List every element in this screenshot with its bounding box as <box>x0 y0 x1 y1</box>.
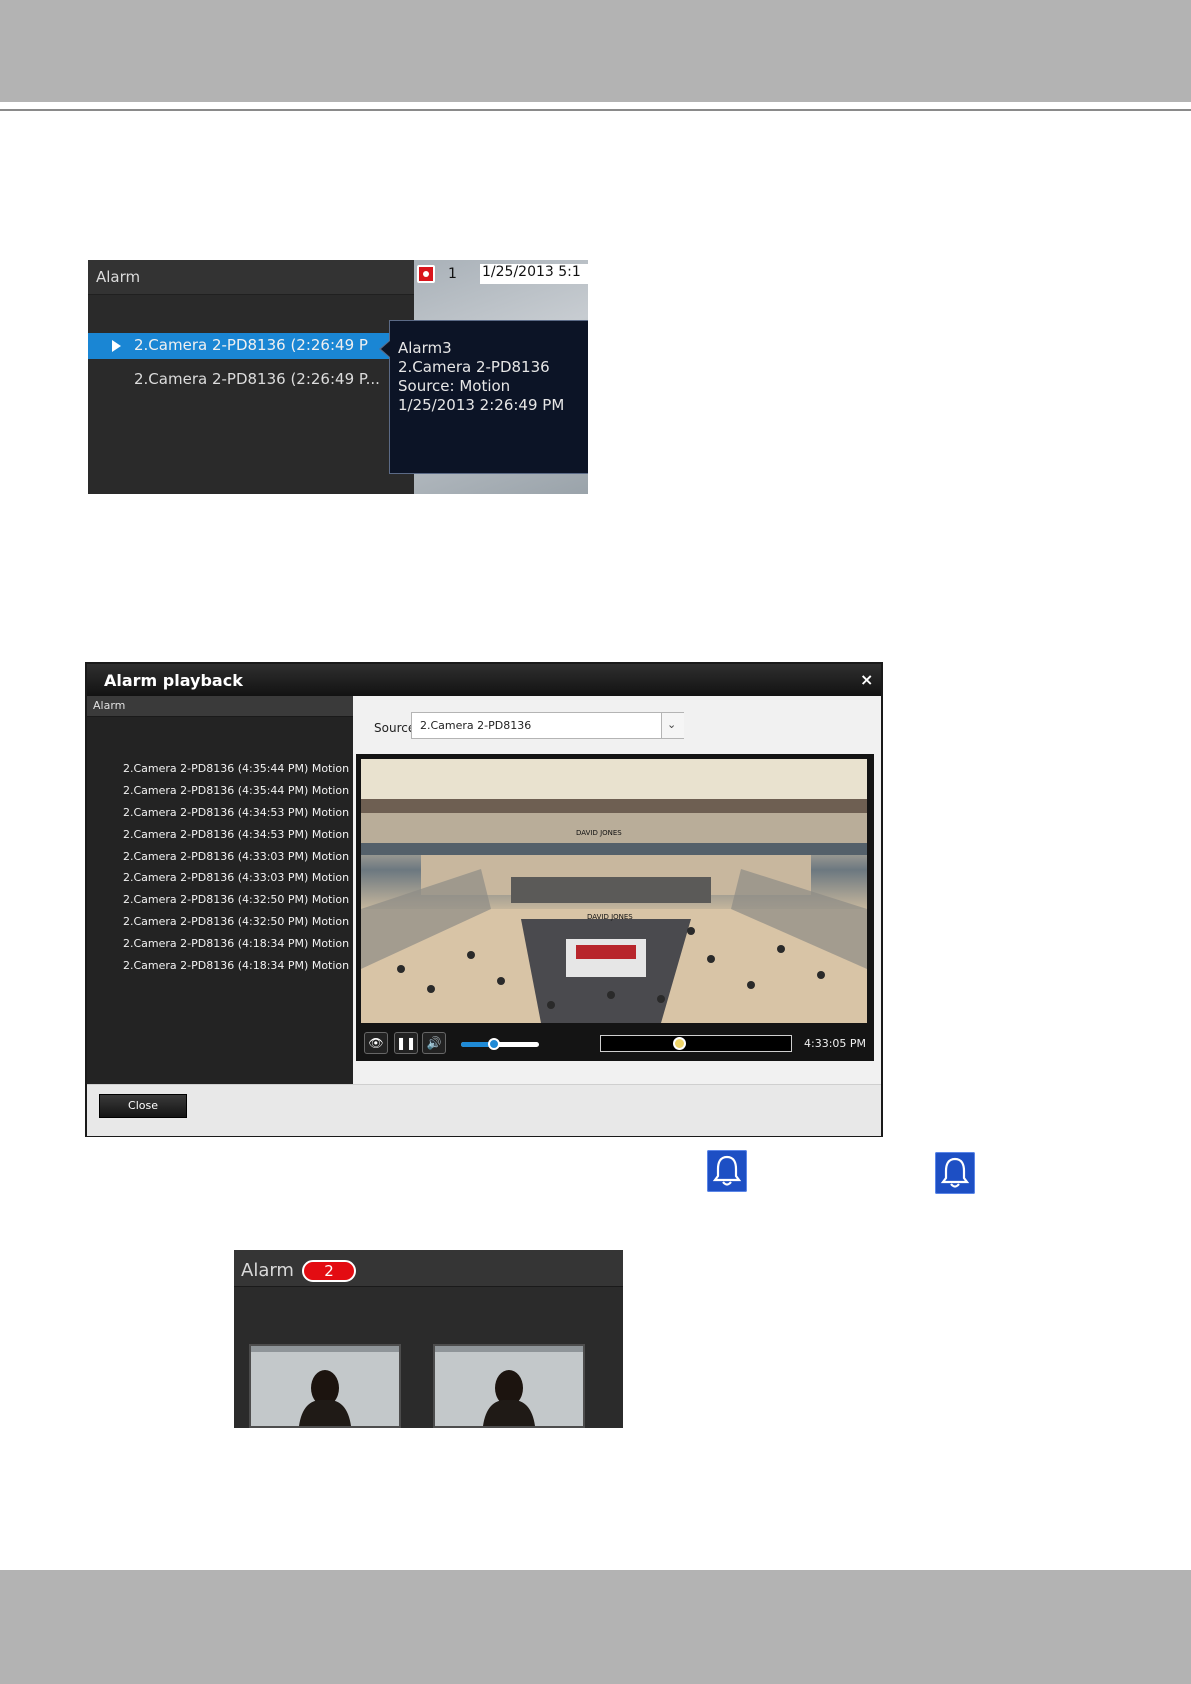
alarm-list-item[interactable]: 2.Camera 2-PD8136 (4:32:50 PM) Motion <box>123 913 349 935</box>
mall-scene: DAVID JONES DAVID JONES <box>361 759 867 1023</box>
alarm-count-screenshot: Alarm 2 <box>234 1250 623 1428</box>
alarm-list-item[interactable]: 2.Camera 2-PD8136 (4:32:50 PM) Motion <box>123 891 349 913</box>
alarm-list-item[interactable]: 2.Camera 2-PD8136 (4:33:03 PM) Motion <box>123 848 349 870</box>
bell-icon-glyph <box>940 1157 970 1188</box>
channel-number: 1 <box>448 266 457 282</box>
play-icon[interactable] <box>112 340 121 352</box>
record-icon[interactable] <box>417 265 435 283</box>
timeline-knob[interactable] <box>672 1037 686 1050</box>
alarm-list-item[interactable]: 2.Camera 2-PD8136 (4:33:03 PM) Motion <box>123 869 349 891</box>
store-sign: DAVID JONES <box>576 829 622 837</box>
volume-knob[interactable] <box>487 1038 500 1050</box>
tooltip-camera: 2.Camera 2-PD8136 <box>398 358 550 376</box>
alarm-list-item[interactable]: 2.Camera 2-PD8136 (4:35:44 PM) Motion <box>123 760 349 782</box>
bell-icon <box>707 1150 747 1192</box>
bell-icon-glyph <box>712 1155 742 1186</box>
alarm-panel-title: Alarm <box>96 268 141 286</box>
alarm-list-item[interactable]: 2.Camera 2-PD8136 (4:18:34 PM) Motion <box>123 957 349 979</box>
page-header-band <box>0 0 1191 102</box>
alarm-list-item[interactable]: 2.Camera 2-PD8136 (4:34:53 PM) Motion <box>123 826 349 848</box>
window-footer <box>87 1084 881 1136</box>
alarm-playback-window: Alarm playback × Alarm 2.Camera 2-PD8136… <box>85 662 883 1137</box>
video-player: DAVID JONES DAVID JONES 👁 ❚❚ 🔊 4:33:05 P… <box>356 754 874 1061</box>
volume-slider[interactable] <box>461 1038 539 1050</box>
chevron-down-icon: ⌄ <box>667 718 677 731</box>
close-button[interactable]: Close <box>99 1094 187 1118</box>
alarm-row-label[interactable]: 2.Camera 2-PD8136 (2:26:49 P... <box>134 370 380 388</box>
playback-timeline[interactable] <box>600 1035 792 1052</box>
tooltip-time: 1/25/2013 2:26:49 PM <box>398 396 565 414</box>
playback-video[interactable]: DAVID JONES DAVID JONES <box>361 759 867 1023</box>
source-label: Source <box>374 721 416 735</box>
alarm-list-item[interactable]: 2.Camera 2-PD8136 (4:18:34 PM) Motion <box>123 935 349 957</box>
tooltip-arrow-inner <box>381 341 390 357</box>
store-sign: DAVID JONES <box>587 913 633 921</box>
thumbnail-scene <box>251 1346 399 1426</box>
tooltip-source: Source: Motion <box>398 377 511 395</box>
tooltip-alarm-name: Alarm3 <box>398 339 452 357</box>
alarm-tooltip-screenshot: Alarm 1 1/25/2013 5:1 2.Camera 2-PD8136 … <box>88 260 588 494</box>
alarm-list-item[interactable]: 2.Camera 2-PD8136 (4:34:53 PM) Motion <box>123 804 349 826</box>
alarm-sidebar-header <box>87 696 353 717</box>
player-controls: 👁 ❚❚ 🔊 4:33:05 PM <box>356 1026 874 1061</box>
source-select[interactable]: 2.Camera 2-PD8136 ⌄ <box>411 712 684 739</box>
window-title: Alarm playback <box>104 671 243 690</box>
alarm-thumbnail[interactable] <box>433 1344 585 1428</box>
close-icon[interactable]: × <box>860 670 873 689</box>
alarm-row-label[interactable]: 2.Camera 2-PD8136 (2:26:49 P <box>134 336 368 354</box>
playback-time: 4:33:05 PM <box>804 1037 867 1050</box>
alarm-tooltip: Alarm3 2.Camera 2-PD8136 Source: Motion … <box>389 320 588 474</box>
source-dropdown-button[interactable]: ⌄ <box>661 713 684 738</box>
alarm-thumbnail[interactable] <box>249 1344 401 1428</box>
alarm-list-item[interactable]: 2.Camera 2-PD8136 (4:35:44 PM) Motion <box>123 782 349 804</box>
header-rule <box>0 109 1191 111</box>
source-value: 2.Camera 2-PD8136 <box>420 719 532 732</box>
alarm-count-badge[interactable]: 2 <box>302 1260 356 1282</box>
live-timestamp: 1/25/2013 5:1 <box>480 264 588 284</box>
bell-icon <box>935 1152 975 1194</box>
alarm-count-title: Alarm <box>241 1260 294 1281</box>
speaker-icon[interactable]: 🔊 <box>422 1032 446 1054</box>
alarm-sidebar-title: Alarm <box>93 699 126 712</box>
alarm-list: 2.Camera 2-PD8136 (4:35:44 PM) Motion 2.… <box>123 760 349 979</box>
pause-icon[interactable]: ❚❚ <box>394 1032 418 1054</box>
thumbnail-scene <box>435 1346 583 1426</box>
page-footer-band <box>0 1570 1191 1684</box>
eye-icon[interactable]: 👁 <box>364 1032 388 1054</box>
